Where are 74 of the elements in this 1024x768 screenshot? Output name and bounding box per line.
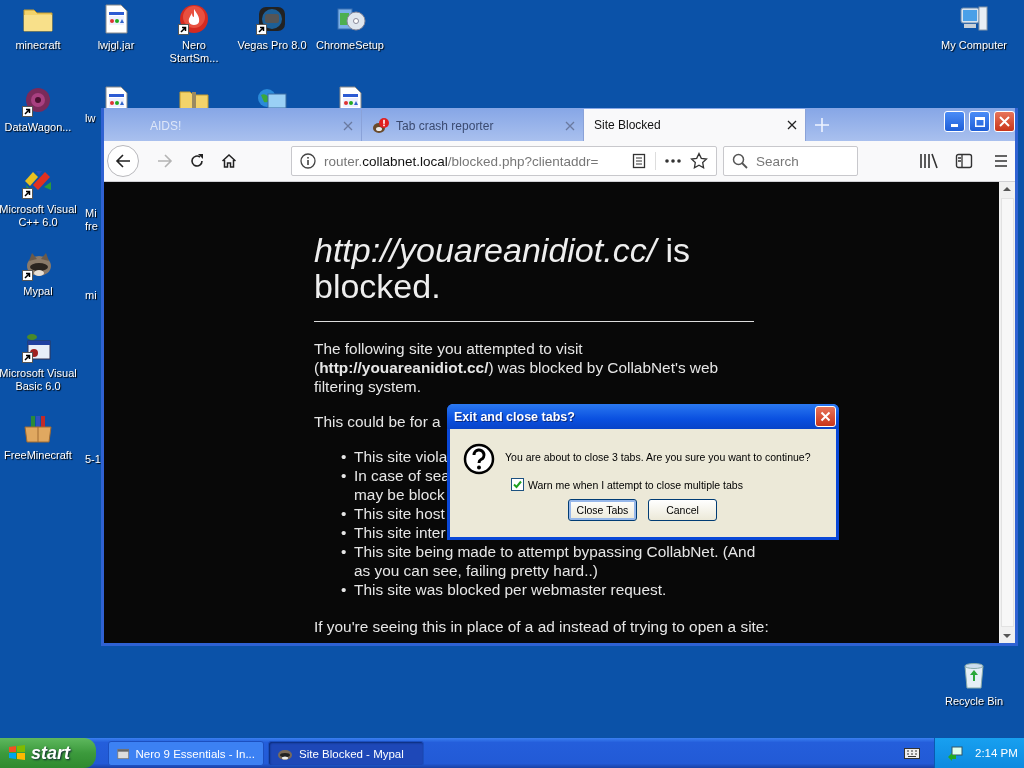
flame-icon[interactable] [178, 3, 210, 35]
reason-item: This site viola [354, 447, 448, 466]
desktop-icon-label[interactable]: FreeMinecraft [4, 449, 72, 462]
dialog-button[interactable]: Close Tabs [568, 499, 637, 521]
network-status-icon[interactable] [947, 745, 963, 761]
back-button[interactable] [107, 145, 139, 177]
alert-badge-icon [372, 117, 390, 134]
reader-view-icon[interactable] [631, 153, 647, 169]
arrow-left-icon [115, 153, 131, 169]
list-bullet: • [341, 504, 348, 523]
list-bullet: • [341, 580, 348, 599]
star-icon[interactable] [690, 152, 708, 170]
desktop-icon-label[interactable]: lwjgl.jar [97, 39, 135, 52]
browser-tab[interactable]: Site Blocked [584, 109, 806, 141]
menu-icon[interactable] [993, 154, 1009, 168]
desktop-icon-label[interactable]: My Computer [941, 39, 1007, 52]
reload-icon[interactable] [189, 153, 205, 169]
dialog-title: Exit and close tabs? [454, 409, 576, 424]
minimize-icon [951, 124, 958, 127]
footer-text: If you're seeing this in place of a ad instead of trying to open a site: [314, 617, 769, 636]
clock: 2:14 PM [975, 747, 1018, 759]
reason-item: This site inter [354, 523, 446, 542]
reasons-intro: This could be for a [314, 412, 441, 431]
checkbox-label[interactable]: Warn me when I attempt to close multiple tabs [528, 478, 743, 491]
close-icon [999, 116, 1010, 127]
close-icon [820, 411, 831, 422]
maximize-icon [974, 116, 985, 127]
desktop-icon-label[interactable]: Nero StartSm... [169, 39, 219, 65]
desktop-icon-label[interactable]: lw [85, 112, 96, 125]
question-icon [463, 443, 495, 475]
cardboard-box-icon[interactable] [22, 413, 54, 445]
dialog-button[interactable]: Cancel [648, 499, 717, 521]
list-bullet: • [341, 542, 348, 561]
desktop-icon-label[interactable]: Recycle Bin [944, 695, 1004, 708]
taskbar-button[interactable]: Site Blocked - Mypal [268, 741, 424, 766]
home-icon[interactable] [221, 153, 237, 169]
close-icon[interactable] [787, 120, 797, 130]
list-bullet: • [341, 523, 348, 542]
desktop-icon-label[interactable]: Microsoft Visual Basic 6.0 [0, 367, 77, 393]
search-icon [732, 153, 748, 169]
keyboard-icon[interactable] [904, 747, 920, 759]
list-bullet: • [341, 466, 348, 485]
close-button[interactable] [815, 406, 836, 427]
list-bullet: • [341, 447, 348, 466]
taskbar-button[interactable]: Nero 9 Essentials - In... [108, 741, 264, 766]
library-icon[interactable] [919, 152, 939, 170]
windows-flag-icon [8, 744, 26, 762]
desktop-icon-label[interactable]: ChromeSetup [316, 39, 384, 52]
desktop-icon-label[interactable]: 5-1 [85, 453, 101, 466]
sidebar-icon[interactable] [955, 153, 973, 169]
desktop-icon-label[interactable]: minecraft [15, 39, 61, 52]
address-bar[interactable]: router.collabnet.local/blocked.php?clientaddr= [291, 146, 717, 176]
checkbox[interactable] [511, 478, 524, 491]
desktop-icon-label[interactable]: mi [85, 289, 97, 302]
block-explanation: The following site you attempted to visit (http://youareanidiot.cc/) was blocked by CollabNet's web filtering system. [314, 339, 720, 396]
reason-item: This site host [354, 504, 445, 523]
minimize-button[interactable] [944, 111, 965, 132]
desktop-icon-label[interactable]: Mypal [23, 285, 53, 298]
search-field[interactable]: Search [723, 146, 858, 176]
maximize-button[interactable] [969, 111, 990, 132]
info-icon[interactable] [300, 153, 316, 169]
dialog-message: You are about to close 3 tabs. Are you sure you want to continue? [505, 451, 811, 463]
desktop-icon-label[interactable]: Vegas Pro 8.0 [237, 39, 307, 52]
desktop-icon-label[interactable]: DataWagon... [4, 121, 72, 134]
close-button[interactable] [994, 111, 1015, 132]
address-text: router.collabnet.local/blocked.php?clientaddr= [324, 153, 600, 169]
scrollbar[interactable] [999, 182, 1015, 643]
desktop-icon-label[interactable]: Mi fre [85, 207, 98, 233]
blocked-heading: http://youareanidiot.cc/ is blocked. [314, 232, 692, 304]
reason-item: This site was blocked per webmaster request. [354, 580, 667, 599]
start-button[interactable]: start [0, 738, 96, 768]
reason-item: This site being made to attempt bypassing CollabNet. (And as you can see, failing pretty hard..) [354, 542, 757, 580]
checkmark-icon [513, 480, 522, 489]
desktop-icon-label[interactable]: Microsoft Visual C++ 6.0 [0, 203, 77, 229]
